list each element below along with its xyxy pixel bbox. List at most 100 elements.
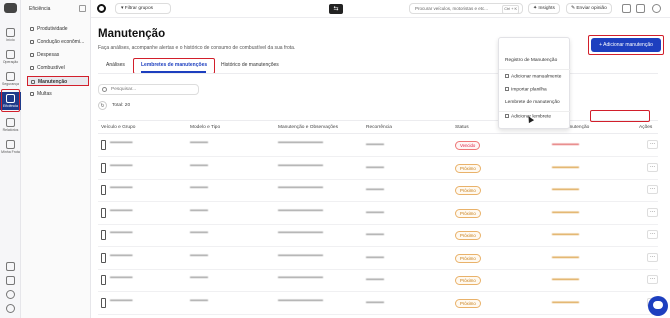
rail-highlight: [1, 89, 20, 112]
row-actions-button[interactable]: ···: [647, 140, 658, 149]
table-row[interactable]: ▬▬▬▬▬▬▬▬▬▬▬▬▬▬▬▬▬▬▬▬▬▬▬Próximo▬▬▬▬▬▬···: [98, 248, 658, 270]
table-row[interactable]: ▬▬▬▬▬▬▬▬▬▬▬▬▬▬▬▬▬▬▬▬▬▬▬Próximo▬▬▬▬▬▬···: [98, 225, 658, 247]
rail-extra-1[interactable]: [0, 262, 21, 272]
rail-item-security[interactable]: Segurança: [0, 72, 21, 86]
ticket-icon: [30, 91, 34, 96]
menu-divider: [499, 111, 571, 112]
col-maintenance[interactable]: Manutenção e Observações: [278, 125, 338, 130]
col-model[interactable]: Modelo e Tipo: [190, 125, 220, 130]
vehicle-cell: ▬▬▬▬▬: [110, 229, 133, 234]
vehicle-icon: [101, 297, 106, 308]
col-vehicle[interactable]: Veículo e Grupo: [101, 125, 135, 130]
add-button-highlight: [588, 35, 664, 55]
status-badge: Próximo: [455, 298, 481, 308]
file-icon: [505, 87, 509, 91]
menu-add-manual[interactable]: Adicionar manualmente: [505, 74, 561, 79]
sidebar-item-eco-driving[interactable]: Condução econômi...: [27, 37, 89, 47]
recurrence-cell: ▬▬▬▬: [366, 276, 384, 281]
table-row[interactable]: ▬▬▬▬▬▬▬▬▬▬▬▬▬▬▬▬▬▬▬▬▬▬▬Próximo▬▬▬▬▬▬···: [98, 203, 658, 225]
col-status[interactable]: Status: [455, 125, 469, 130]
chat-bubble-icon[interactable]: [648, 296, 668, 316]
sidebar-item-fines[interactable]: Multas: [27, 89, 89, 99]
grid-icon: [6, 50, 15, 59]
search-input[interactable]: Pesquisar...: [98, 84, 199, 95]
recurrence-cell: ▬▬▬▬: [366, 231, 384, 236]
row-actions-button[interactable]: ···: [647, 230, 658, 239]
table-row[interactable]: ▬▬▬▬▬▬▬▬▬▬▬▬▬▬▬▬▬▬▬▬▬▬▬Próximo▬▬▬▬▬▬···: [98, 158, 658, 180]
status-badge: Próximo: [455, 208, 481, 218]
vehicle-cell: ▬▬▬▬▬: [110, 161, 133, 167]
sidebar-item-productivity[interactable]: Produtividade: [27, 24, 89, 34]
vehicle-cell: ▬▬▬▬▬: [110, 296, 133, 302]
status-badge: Próximo: [455, 186, 481, 195]
model-cell: ▬▬▬▬: [190, 229, 208, 234]
model-cell: ▬▬▬▬: [190, 296, 208, 302]
feedback-button[interactable]: ✎ Enviar opinião: [566, 3, 612, 14]
shield-icon: [6, 72, 15, 81]
rail-item-home[interactable]: Início: [0, 28, 21, 42]
model-cell: ▬▬▬▬: [190, 251, 208, 257]
gear-icon[interactable]: [636, 4, 645, 13]
tab-analyses[interactable]: Análises: [106, 62, 125, 68]
sidebar: Eficiência Produtividade Condução econôm…: [21, 0, 91, 318]
vehicle-icon: [101, 230, 106, 240]
next-maintenance-cell: ▬▬▬▬▬▬: [552, 298, 579, 304]
table-row[interactable]: ▬▬▬▬▬▬▬▬▬▬▬▬▬▬▬▬▬▬▬▬▬▬▬Próximo▬▬▬▬▬▬···: [98, 180, 658, 202]
rail-settings[interactable]: [0, 304, 21, 314]
row-actions-button[interactable]: ···: [647, 185, 658, 194]
next-maintenance-cell: ▬▬▬▬▬▬: [552, 208, 579, 214]
search-icon: [102, 87, 107, 92]
app-logo[interactable]: [4, 3, 17, 13]
bookmark-icon: [6, 262, 15, 271]
table-row[interactable]: ▬▬▬▬▬▬▬▬▬▬▬▬▬▬▬▬▬▬▬▬▬▬▬Próximo▬▬▬▬▬▬···: [98, 293, 658, 315]
apps-icon: [6, 276, 15, 285]
model-cell: ▬▬▬▬: [190, 161, 208, 167]
sidebar-item-fuel[interactable]: Combustível: [27, 63, 89, 73]
menu-import-sheet[interactable]: Importar planilha: [505, 87, 547, 92]
row-actions-button[interactable]: ···: [647, 275, 658, 284]
col-recurrence[interactable]: Recorrência: [366, 125, 392, 130]
model-cell: ▬▬▬▬: [190, 139, 208, 144]
insights-button[interactable]: ✦ Insights: [528, 3, 560, 14]
recurrence-cell: ▬▬▬▬: [366, 186, 384, 191]
vehicle-icon: [101, 162, 106, 173]
shortcut-hint: Ctrl + K: [502, 5, 519, 14]
table-row[interactable]: ▬▬▬▬▬▬▬▬▬▬▬▬▬▬▬▬▬▬▬▬▬▬▬Próximo▬▬▬▬▬▬···: [98, 270, 658, 292]
menu-section-record: Registro de Manutenção: [505, 58, 558, 63]
collapse-icon[interactable]: [79, 5, 86, 12]
global-search-input[interactable]: Procurar veículos, motoristas e etc... Ct…: [409, 3, 523, 14]
menu-section-reminder: Lembrete de manutenção: [505, 100, 560, 105]
plus-square-icon: [505, 114, 509, 118]
table-row[interactable]: ▬▬▬▬▬ ▬▬▬▬ ▬▬▬▬▬▬▬▬▬▬ ▬▬▬▬ Vencido ▬▬▬▬▬▬ ···: [98, 135, 658, 157]
maintenance-cell: ▬▬▬▬▬▬▬▬▬▬: [278, 206, 323, 212]
rail-item-operation[interactable]: Operação: [0, 50, 21, 64]
help-icon: [6, 290, 15, 299]
brand-icon[interactable]: [97, 4, 106, 13]
status-badge: Próximo: [455, 276, 481, 285]
sidebar-item-maintenance[interactable]: Manutenção: [27, 76, 89, 86]
swap-button[interactable]: ⇆: [329, 4, 343, 14]
bell-icon[interactable]: [622, 4, 631, 13]
maintenance-cell: ▬▬▬▬▬▬▬▬▬▬: [278, 274, 323, 279]
vehicle-cell: ▬▬▬▬▬: [110, 184, 133, 189]
recurrence-cell: ▬▬▬▬: [366, 298, 384, 304]
rail-item-fleet[interactable]: Minha Frota: [0, 140, 21, 154]
tab-history[interactable]: Histórico de manutenções: [221, 62, 279, 68]
menu-item-highlight: [590, 110, 650, 122]
row-actions-button[interactable]: ···: [647, 252, 658, 262]
sidebar-item-expenses[interactable]: Despesas: [27, 50, 89, 60]
recurrence-cell: ▬▬▬▬: [366, 141, 384, 146]
row-actions-button[interactable]: ···: [647, 162, 658, 172]
refresh-icon[interactable]: ↻: [98, 101, 107, 110]
status-badge: Próximo: [455, 253, 481, 263]
status-badge: Vencido: [455, 141, 481, 150]
row-actions-button[interactable]: ···: [647, 207, 658, 217]
top-bar: ▾ Filtrar grupos ⇆ Procurar veículos, mo…: [91, 0, 670, 18]
page-subtitle: Faça análises, acompanhe alertas e o his…: [98, 45, 296, 51]
rail-item-reports[interactable]: Relatórios: [0, 118, 21, 132]
rail-extra-2[interactable]: [0, 276, 21, 286]
rail-help[interactable]: [0, 290, 21, 300]
group-filter[interactable]: ▾ Filtrar grupos: [115, 3, 171, 14]
avatar[interactable]: [652, 4, 661, 13]
report-icon: [6, 118, 15, 127]
